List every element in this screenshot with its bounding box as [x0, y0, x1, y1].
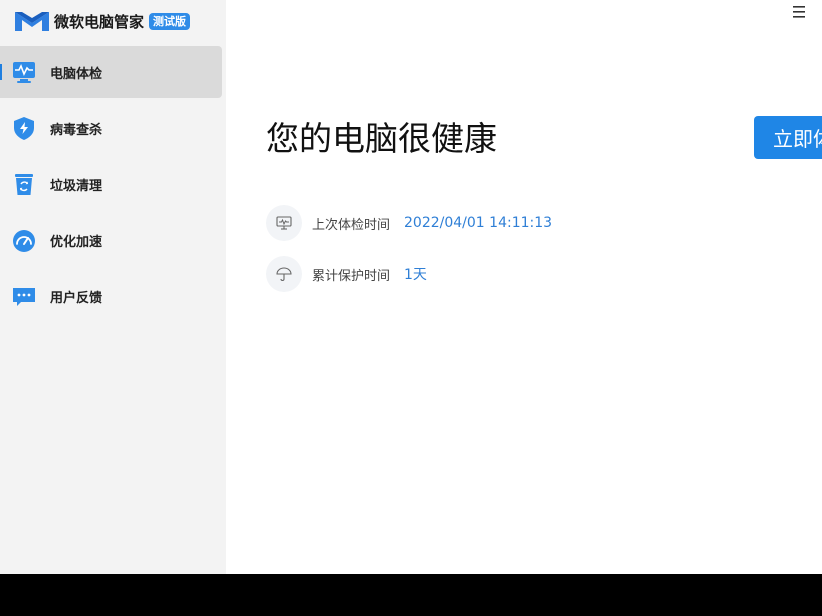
sidebar-item-label: 用户反馈 — [50, 290, 103, 306]
sidebar-item-feedback[interactable]: 用户反馈 — [0, 270, 222, 322]
umbrella-icon — [276, 267, 292, 281]
sidebar: 微软电脑管家 测试版 电脑体检 病毒查杀 垃圾清理 优化加速 用户反馈 — [0, 0, 226, 574]
beta-badge: 测试版 — [149, 12, 191, 30]
protection-time-row: 累计保护时间 1天 — [266, 256, 427, 292]
monitor-icon-circle — [266, 205, 302, 241]
sidebar-item-junk-clean[interactable]: 垃圾清理 — [0, 158, 222, 210]
sidebar-item-optimize[interactable]: 优化加速 — [0, 214, 222, 266]
speedometer-icon — [13, 230, 35, 252]
brand: 微软电脑管家 测试版 — [14, 8, 191, 34]
sidebar-item-label: 病毒查杀 — [50, 122, 103, 138]
shield-icon — [14, 117, 34, 140]
protection-time-value: 1天 — [404, 267, 427, 283]
app-logo-icon — [15, 12, 49, 31]
app-name: 微软电脑管家 — [54, 12, 145, 31]
recycle-bin-icon — [15, 174, 33, 195]
sidebar-item-label: 优化加速 — [50, 234, 103, 250]
scan-now-button[interactable]: 立即体检 — [754, 116, 822, 159]
last-check-label: 上次体检时间 — [312, 217, 391, 233]
sidebar-item-health-check[interactable]: 电脑体检 — [0, 46, 222, 98]
last-check-value: 2022/04/01 14:11:13 — [404, 215, 553, 231]
main-content: 您的电脑很健康 立即体检 上次体检时间 2022/04/01 14:11:13 — [226, 0, 822, 574]
last-check-row: 上次体检时间 2022/04/01 14:11:13 — [266, 205, 552, 241]
health-check-icon — [13, 62, 35, 83]
protection-time-label: 累计保护时间 — [312, 268, 391, 284]
app-window: 微软电脑管家 测试版 电脑体检 病毒查杀 垃圾清理 优化加速 用户反馈 您的电脑… — [0, 0, 822, 574]
sidebar-item-virus-scan[interactable]: 病毒查杀 — [0, 102, 222, 154]
umbrella-icon-circle — [266, 256, 302, 292]
page-title: 您的电脑很健康 — [266, 119, 497, 158]
sidebar-item-label: 垃圾清理 — [50, 178, 103, 194]
sidebar-nav: 电脑体检 病毒查杀 垃圾清理 优化加速 用户反馈 — [0, 46, 226, 326]
sidebar-item-label: 电脑体检 — [50, 66, 103, 82]
hamburger-menu-icon[interactable] — [792, 5, 806, 19]
feedback-chat-icon — [13, 288, 35, 306]
monitor-icon — [276, 216, 292, 230]
